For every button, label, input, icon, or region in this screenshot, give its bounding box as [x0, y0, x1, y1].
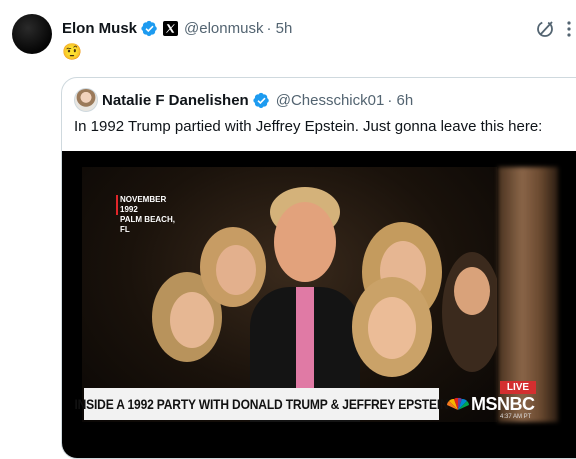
more-icon[interactable] [566, 19, 572, 39]
date-caption-bar [116, 195, 118, 215]
verified-badge-icon [253, 92, 269, 108]
broadcast-clock: 4:37 AM PT [500, 414, 532, 420]
quoted-author-avatar[interactable] [74, 88, 98, 112]
verified-badge-icon [141, 20, 157, 36]
lower-third-banner: INSIDE A 1992 PARTY WITH DONALD TRUMP & … [74, 388, 449, 420]
date-caption-line2: PALM BEACH, FL [120, 215, 175, 234]
author-avatar[interactable] [12, 14, 52, 54]
date-caption-line1: NOVEMBER 1992 [120, 195, 167, 214]
quoted-post-time[interactable]: · 6h [387, 92, 413, 109]
author-name[interactable]: Elon Musk [62, 20, 137, 37]
network-logo: MSNBC [447, 394, 535, 414]
quoted-post[interactable]: Natalie F Danelishen @Chesschick01 · 6h … [61, 77, 576, 459]
network-name: MSNBC [471, 393, 535, 414]
video-player[interactable]: NOVEMBER 1992 PALM BEACH, FL INSIDE A 19… [62, 151, 576, 458]
woman-front-face [368, 297, 416, 359]
woman-left-face [170, 292, 214, 348]
post-text-emoji: 🤨 [62, 44, 82, 61]
author-handle[interactable]: @elonmusk [184, 20, 263, 37]
quoted-author-handle[interactable]: @Chesschick01 [276, 92, 385, 109]
video-frame: NOVEMBER 1992 PALM BEACH, FL [82, 167, 497, 422]
woman-second-face [216, 245, 256, 295]
quoted-post-text: In 1992 Trump partied with Jeffrey Epste… [74, 118, 543, 135]
date-caption: NOVEMBER 1992 PALM BEACH, FL [120, 195, 186, 235]
grok-icon[interactable] [534, 18, 556, 40]
post-header: Elon Musk @elonmusk · 5h [62, 18, 292, 38]
live-badge: LIVE [500, 381, 536, 394]
lower-third-text: INSIDE A 1992 PARTY WITH DONALD TRUMP & … [74, 396, 449, 412]
woman-far-right-face [454, 267, 490, 315]
quoted-author-name[interactable]: Natalie F Danelishen [102, 92, 249, 109]
peacock-logo-icon [447, 397, 469, 410]
post-time[interactable]: · 5h [266, 20, 292, 37]
x-logo-icon [163, 20, 179, 36]
man-face [274, 202, 336, 282]
man-shirt [296, 287, 314, 397]
quoted-post-header: Natalie F Danelishen @Chesschick01 · 6h [102, 90, 413, 110]
